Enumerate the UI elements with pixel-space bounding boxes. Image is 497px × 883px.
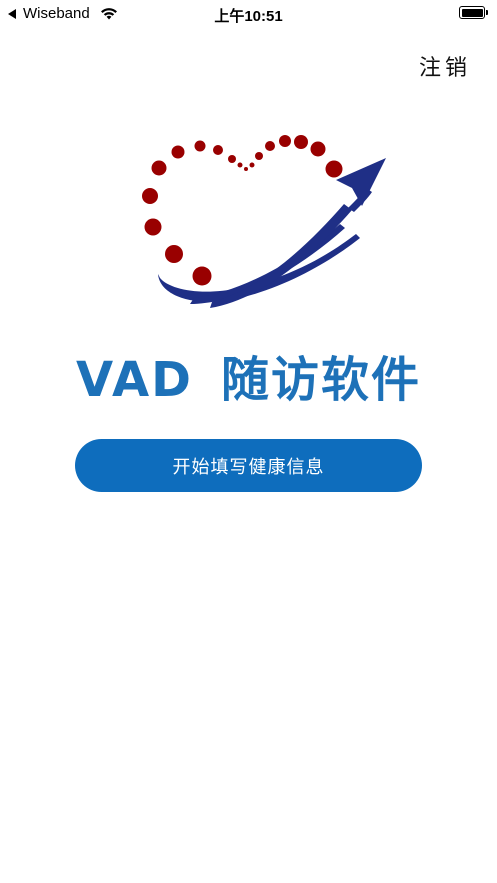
app-brand: VAD (76, 352, 193, 408)
battery-level (461, 8, 483, 17)
app-title: VAD 随访软件 (0, 340, 497, 410)
screen: Wiseband 上午10:51 注销 VAD 随访软件 开始填写健康信息 (0, 0, 497, 883)
start-health-info-button[interactable]: 开始填写健康信息 (75, 439, 422, 492)
logo-heart-arrow-icon (142, 135, 386, 308)
status-bar: Wiseband 上午10:51 (0, 0, 497, 26)
app-subtitle: 随访软件 (220, 352, 421, 408)
status-time: 上午10:51 (214, 8, 283, 25)
swoosh-arrow (158, 158, 386, 308)
battery-icon (459, 6, 488, 19)
battery-tip (486, 10, 488, 15)
logout-button[interactable]: 注销 (419, 50, 471, 82)
